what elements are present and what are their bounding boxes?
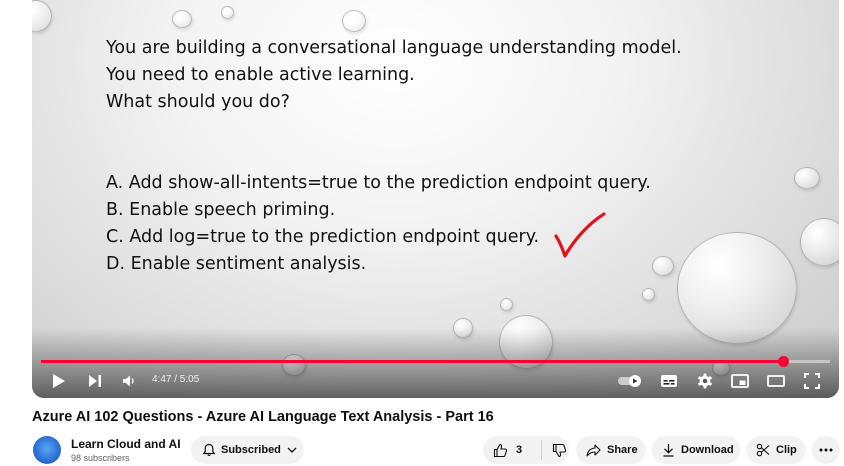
chevron-down-icon — [287, 447, 297, 453]
more-actions-button[interactable] — [812, 436, 840, 464]
progress-played — [41, 360, 783, 363]
question-line: What should you do? — [106, 92, 290, 112]
water-droplet — [642, 288, 655, 301]
subscribed-button[interactable]: Subscribed — [191, 436, 304, 464]
answer-option: B. Enable speech priming. — [106, 200, 336, 220]
channel-avatar[interactable] — [33, 436, 61, 464]
answer-option: C. Add log=true to the prediction endpoi… — [106, 227, 540, 247]
video-player[interactable]: You are building a conversational langua… — [32, 0, 839, 398]
water-droplet — [32, 0, 52, 32]
autoplay-toggle[interactable] — [616, 370, 644, 392]
answer-option: A. Add show-all-intents=true to the pred… — [106, 173, 651, 193]
controls-gradient — [32, 328, 839, 398]
like-button[interactable]: 3 — [483, 443, 541, 458]
answer-option: D. Enable sentiment analysis. — [106, 254, 367, 274]
water-droplet — [221, 6, 234, 19]
like-dislike-group: 3 — [483, 436, 569, 464]
theater-button[interactable] — [765, 370, 787, 392]
download-icon — [663, 444, 674, 457]
next-icon — [89, 375, 101, 387]
play-button[interactable] — [48, 370, 70, 392]
channel-name[interactable]: Learn Cloud and AI — [71, 437, 181, 451]
question-line: You are building a conversational langua… — [106, 38, 682, 58]
autoplay-toggle-icon — [618, 375, 641, 387]
water-droplet — [172, 10, 192, 28]
checkmark-icon — [554, 212, 606, 258]
more-horizontal-icon — [819, 448, 833, 452]
scissors-icon — [756, 443, 770, 457]
miniplayer-button[interactable] — [729, 370, 751, 392]
dislike-button[interactable] — [542, 443, 567, 458]
theater-icon — [767, 375, 785, 387]
volume-button[interactable] — [118, 370, 140, 392]
progress-bar[interactable] — [41, 356, 830, 367]
volume-icon — [123, 375, 134, 387]
question-line: You need to enable active learning. — [106, 65, 415, 85]
share-label: Share — [607, 444, 638, 456]
subtitles-icon — [661, 375, 677, 387]
next-button[interactable] — [84, 370, 106, 392]
clip-label: Clip — [776, 444, 797, 456]
download-button[interactable]: Download — [652, 436, 740, 464]
water-droplet — [794, 167, 820, 189]
thumbs-up-icon — [493, 443, 508, 457]
like-count: 3 — [516, 444, 523, 456]
download-label: Download — [681, 444, 734, 456]
share-button[interactable]: Share — [576, 436, 646, 464]
video-title: Azure AI 102 Questions - Azure AI Langua… — [32, 409, 494, 425]
settings-button[interactable] — [694, 370, 716, 392]
thumbs-down-icon — [552, 443, 567, 457]
water-droplet — [342, 10, 366, 32]
subscribed-label: Subscribed — [221, 444, 281, 456]
time-display: 4:47 / 5:05 — [152, 374, 200, 385]
water-droplet — [652, 256, 674, 276]
bell-icon — [202, 443, 216, 456]
fullscreen-button[interactable] — [801, 370, 823, 392]
play-icon — [53, 374, 65, 388]
progress-scrubber[interactable] — [777, 356, 789, 367]
miniplayer-icon — [731, 374, 749, 388]
clip-button[interactable]: Clip — [746, 436, 806, 464]
subscriber-count: 98 subscribers — [71, 453, 130, 463]
fullscreen-icon — [804, 373, 820, 389]
share-icon — [586, 443, 601, 457]
water-droplet — [800, 218, 839, 266]
subtitles-button[interactable] — [658, 370, 680, 392]
settings-icon — [698, 373, 712, 389]
avatar-logo — [38, 446, 56, 454]
water-droplet — [500, 298, 513, 311]
